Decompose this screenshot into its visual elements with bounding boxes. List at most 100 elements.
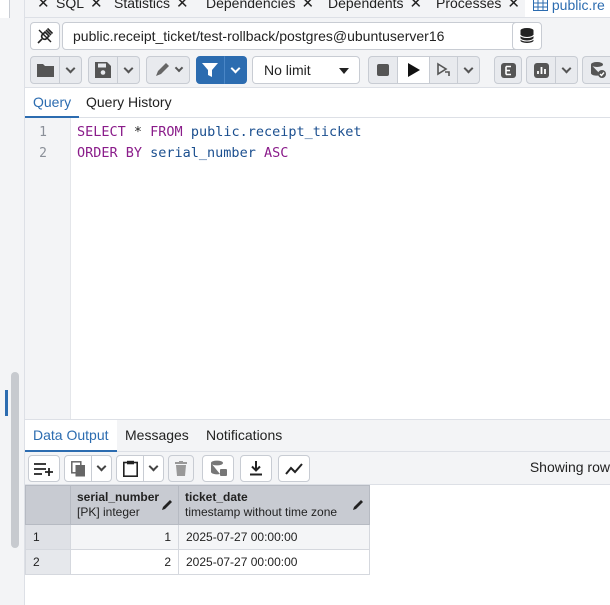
graph-visualiser-button[interactable] <box>278 455 310 482</box>
tab-label: Dependencies <box>206 0 296 11</box>
table-row[interactable]: 1 1 2025-07-27 00:00:00 <box>25 524 370 550</box>
filter-icon <box>202 63 218 77</box>
pencil-icon[interactable] <box>353 499 364 510</box>
close-icon[interactable]: ✕ <box>507 0 520 12</box>
row-number-cell[interactable]: 1 <box>25 524 71 550</box>
close-icon[interactable]: ✕ <box>37 0 50 12</box>
table-cell[interactable]: 1 <box>70 524 179 550</box>
database-save-icon <box>210 460 227 476</box>
tab-query-tool[interactable]: public.re <box>525 0 610 17</box>
pencil-icon[interactable] <box>162 499 173 510</box>
row-count-status: Showing row <box>529 459 610 475</box>
table-row[interactable]: 2 2 2025-07-27 00:00:00 <box>25 549 370 575</box>
connection-bar: public.receipt_ticket/test-rollback/post… <box>25 18 610 54</box>
download-button[interactable] <box>240 455 272 482</box>
sql-editor[interactable]: 1 2 SELECT * FROM public.receipt_ticket … <box>25 118 610 420</box>
stop-icon <box>377 64 389 76</box>
tab-query[interactable]: Query <box>25 88 80 118</box>
column-header-ticket-date[interactable]: ticket_date timestamp without time zone <box>178 485 370 525</box>
tab-notifications[interactable]: Notifications <box>198 420 290 452</box>
stop-button[interactable] <box>368 56 398 84</box>
column-header-serial-number[interactable]: serial_number [PK] integer <box>70 485 179 525</box>
connection-status-button[interactable] <box>30 22 60 50</box>
save-dropdown[interactable] <box>118 56 140 84</box>
tab-sql[interactable]: SQL ✕ <box>56 0 103 17</box>
close-icon[interactable]: ✕ <box>90 0 103 12</box>
connection-label: public.receipt_ticket/test-rollback/post… <box>73 28 445 44</box>
left-panel-strip <box>0 0 25 605</box>
chevron-down-icon <box>65 63 76 73</box>
query-toolbar: No limit <box>25 54 610 88</box>
column-name: ticket_date <box>185 490 248 504</box>
save-button[interactable] <box>88 56 118 84</box>
edit-button[interactable] <box>146 56 190 84</box>
code-line[interactable]: SELECT * FROM public.receipt_ticket <box>77 124 362 140</box>
add-row-button[interactable] <box>28 455 60 482</box>
tab-label: Processes <box>436 0 502 11</box>
tab-messages[interactable]: Messages <box>117 420 197 452</box>
connection-selector[interactable]: public.receipt_ticket/test-rollback/post… <box>62 22 534 50</box>
line-number-gutter: 1 2 <box>25 118 71 419</box>
row-number-header[interactable] <box>25 485 71 525</box>
object-tab-bar: ✕ SQL ✕ Statistics ✕ Dependencies ✕ Depende… <box>25 0 610 18</box>
tab-statistics[interactable]: Statistics ✕ <box>114 0 189 17</box>
chevron-down-icon <box>96 461 107 472</box>
table-header-row: serial_number [PK] integer ticket_date t… <box>25 485 370 525</box>
tab-dependents[interactable]: Dependents ✕ <box>328 0 423 17</box>
tab-dependencies[interactable]: Dependencies ✕ <box>206 0 315 17</box>
row-number-cell[interactable]: 2 <box>25 549 71 575</box>
explain-analyze-button[interactable] <box>494 56 522 84</box>
chevron-down-icon <box>561 63 572 73</box>
save-data-button[interactable] <box>202 455 234 482</box>
open-file-button[interactable] <box>30 56 60 84</box>
sql-operator: * <box>125 124 151 140</box>
explain-e-icon <box>500 62 516 78</box>
sql-keyword: ORDER BY <box>77 145 143 161</box>
database-check-icon <box>590 62 606 78</box>
editor-tabs: Query Query History <box>25 88 610 118</box>
table-cell[interactable]: 2025-07-27 00:00:00 <box>178 524 370 550</box>
chevron-down-icon <box>230 63 241 73</box>
paste-dropdown[interactable] <box>144 455 164 482</box>
row-limit-value: No limit <box>264 62 311 78</box>
close-icon[interactable]: ✕ <box>302 0 315 12</box>
save-icon <box>95 62 111 78</box>
open-file-dropdown[interactable] <box>60 56 82 84</box>
left-scrollbar-thumb[interactable] <box>11 372 19 548</box>
download-icon <box>250 461 262 476</box>
commit-button[interactable] <box>582 56 610 84</box>
close-icon[interactable]: ✕ <box>176 0 189 12</box>
copy-button[interactable] <box>64 455 92 482</box>
tab-data-output[interactable]: Data Output <box>25 420 117 452</box>
code-line[interactable]: ORDER BY serial_number ASC <box>77 145 288 161</box>
paste-button[interactable] <box>116 455 144 482</box>
result-table: serial_number [PK] integer ticket_date t… <box>25 485 370 575</box>
execute-button[interactable] <box>398 56 430 84</box>
chart-dropdown[interactable] <box>556 56 578 84</box>
tab-query-history[interactable]: Query History <box>78 88 180 118</box>
sql-keyword: SELECT <box>77 124 126 140</box>
copy-dropdown[interactable] <box>92 455 112 482</box>
folder-icon <box>36 64 54 77</box>
close-icon[interactable]: ✕ <box>410 0 423 12</box>
table-cell[interactable]: 2025-07-27 00:00:00 <box>178 549 370 575</box>
data-output-grid[interactable]: serial_number [PK] integer ticket_date t… <box>25 485 370 575</box>
explain-button[interactable] <box>430 56 458 84</box>
database-icon <box>520 28 534 43</box>
tab-previous[interactable]: ✕ <box>31 0 50 17</box>
sql-identifier: serial_number <box>142 145 264 161</box>
row-limit-select[interactable]: No limit <box>252 56 360 84</box>
filter-button[interactable] <box>196 56 224 84</box>
execute-dropdown[interactable] <box>458 56 480 84</box>
tab-label: public.re <box>551 0 605 13</box>
delete-row-button[interactable] <box>168 455 194 482</box>
left-panel-cap <box>0 0 10 18</box>
chart-button[interactable] <box>526 56 556 84</box>
filter-dropdown[interactable] <box>224 56 247 84</box>
database-switch-button[interactable] <box>512 22 542 50</box>
line-number: 1 <box>39 125 47 140</box>
bar-chart-icon <box>533 62 549 78</box>
column-type: timestamp without time zone <box>185 505 338 519</box>
tab-processes[interactable]: Processes ✕ <box>436 0 520 17</box>
table-cell[interactable]: 2 <box>70 549 179 575</box>
